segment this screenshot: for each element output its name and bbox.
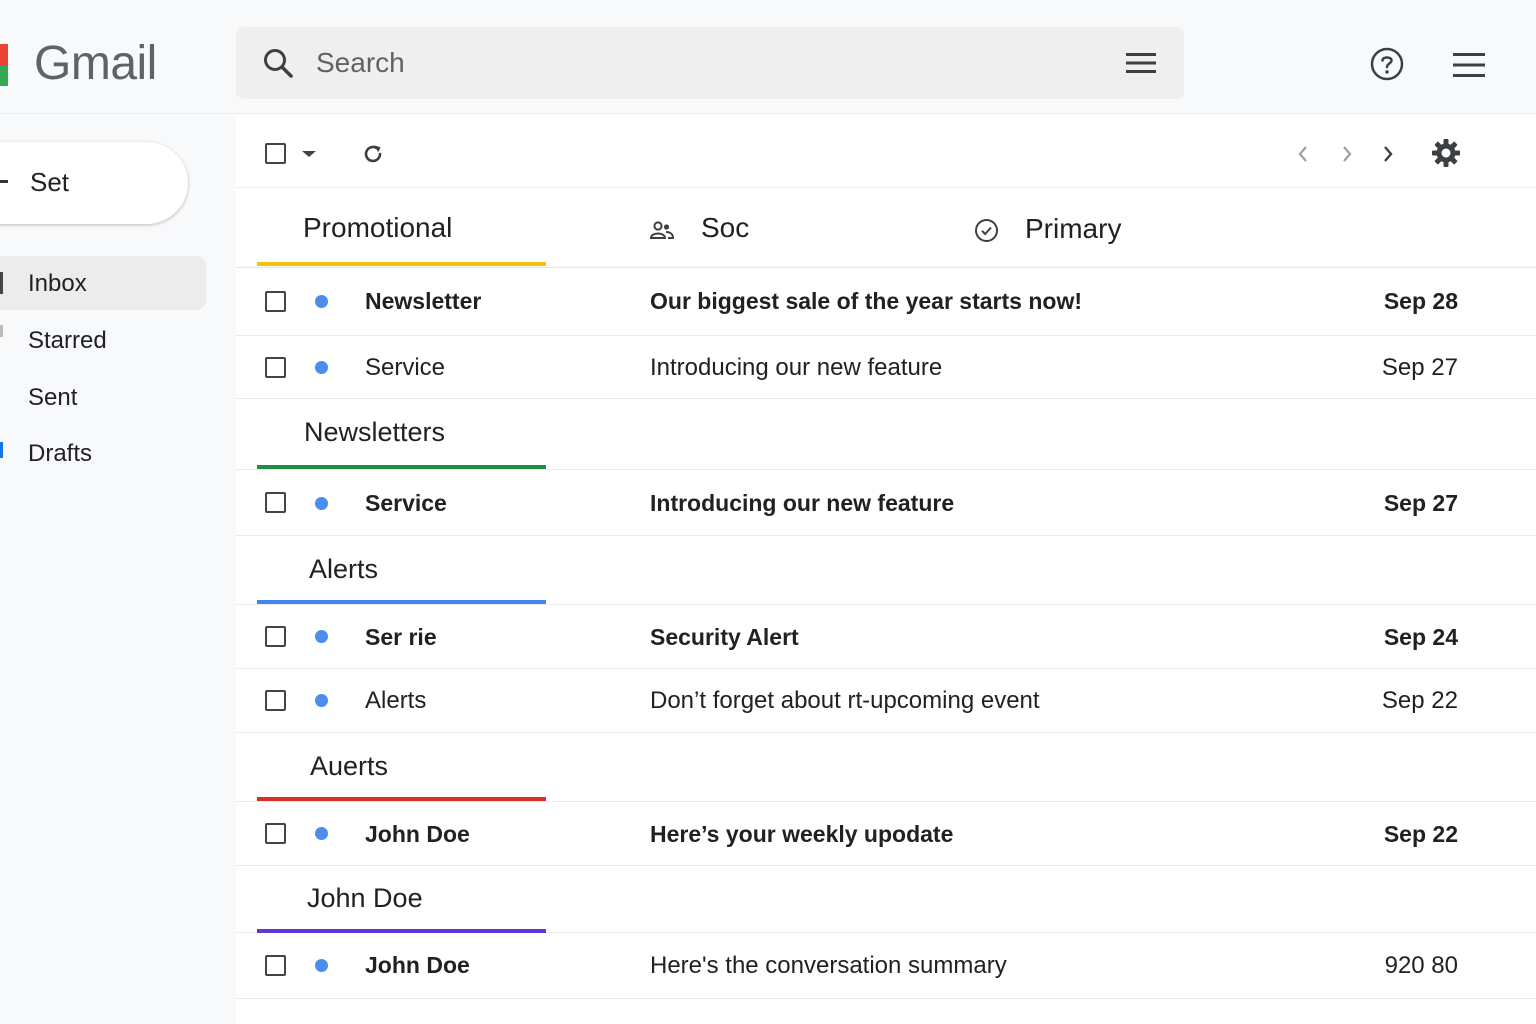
compose-icon — [0, 180, 8, 183]
section-label: John Doe — [307, 883, 423, 913]
unread-dot-icon — [315, 497, 328, 510]
category-tabs: Promotional Soc Primary — [236, 188, 1536, 268]
search-options-icon[interactable] — [1126, 51, 1156, 75]
select-all-checkbox[interactable] — [265, 143, 286, 164]
sidebar-item-starred[interactable]: Starred — [0, 313, 206, 367]
section-indicator — [257, 465, 546, 469]
main-menu-icon[interactable] — [1453, 52, 1485, 78]
email-sender: Alerts — [365, 687, 427, 714]
tab-promotional-indicator — [257, 262, 546, 266]
next-page-icon[interactable] — [1381, 144, 1395, 164]
tab-promotional[interactable]: Promotional — [303, 212, 452, 244]
row-checkbox[interactable] — [265, 291, 286, 312]
sidebar: Set Inbox Starred Sent Drafts — [0, 114, 236, 1024]
email-date: Sep 27 — [1381, 354, 1458, 381]
sidebar-item-label: Inbox — [28, 270, 87, 297]
settings-gear-icon[interactable] — [1431, 138, 1461, 168]
sidebar-item-sent[interactable]: Sent — [0, 370, 206, 424]
section-indicator — [257, 600, 546, 604]
email-subject: Our biggest sale of the year starts now! — [650, 288, 1082, 314]
star-icon — [0, 325, 3, 337]
section-label: Newsletters — [304, 417, 446, 447]
gmail-logo-icon[interactable] — [0, 44, 8, 86]
email-date: Sep 24 — [1383, 624, 1458, 650]
primary-check-circle-icon — [975, 219, 998, 242]
section-header: Auerts — [236, 733, 1536, 802]
row-checkbox[interactable] — [265, 955, 286, 976]
sidebar-item-label: Drafts — [28, 440, 93, 467]
compose-label: Set — [30, 167, 70, 197]
section-indicator — [257, 797, 546, 801]
email-row[interactable]: Ser rie Security Alert Sep 24 — [236, 605, 1536, 669]
unread-dot-icon — [315, 361, 328, 374]
section-label: Auerts — [310, 751, 389, 781]
email-subject: Security Alert — [650, 624, 799, 650]
unread-dot-icon — [315, 827, 328, 840]
email-date: Sep 27 — [1383, 490, 1458, 516]
section-header: John Doe — [236, 866, 1536, 933]
chevron-right-icon[interactable] — [1340, 144, 1354, 164]
email-date: Sep 22 — [1383, 821, 1458, 847]
section-header: Alerts — [236, 536, 1536, 605]
row-checkbox[interactable] — [265, 823, 286, 844]
email-row[interactable]: John Doe Here's the conversation summary… — [236, 933, 1536, 999]
refresh-icon[interactable] — [361, 142, 385, 166]
inbox-icon — [0, 272, 3, 294]
search-bar[interactable] — [236, 27, 1184, 99]
email-sender: Service — [365, 354, 446, 381]
compose-button[interactable]: Set — [0, 142, 188, 224]
email-date: 920 80 — [1384, 952, 1458, 979]
row-checkbox[interactable] — [265, 690, 286, 711]
sidebar-item-label: Starred — [28, 327, 107, 354]
search-input[interactable] — [316, 45, 1076, 81]
tab-primary[interactable]: Primary — [1025, 213, 1121, 245]
search-icon[interactable] — [262, 47, 294, 79]
email-subject: Introducing our new feature — [650, 490, 955, 516]
toolbar — [236, 114, 1536, 188]
email-date: Sep 22 — [1381, 687, 1458, 714]
sidebar-item-label: Sent — [28, 384, 78, 411]
email-sender: Service — [365, 490, 447, 516]
top-bar: Gmail — [0, 0, 1536, 114]
unread-dot-icon — [315, 959, 328, 972]
app-title[interactable]: Gmail — [34, 36, 157, 91]
email-date: Sep 28 — [1383, 288, 1458, 314]
section-label: Alerts — [309, 554, 379, 584]
email-subject: Don’t forget about rt-upcoming event — [650, 687, 1040, 714]
unread-dot-icon — [315, 630, 328, 643]
email-row[interactable]: Service Introducing our new feature Sep … — [236, 336, 1536, 399]
unread-dot-icon — [315, 694, 328, 707]
email-row[interactable]: Alerts Don’t forget about rt-upcoming ev… — [236, 669, 1536, 733]
row-checkbox[interactable] — [265, 626, 286, 647]
row-checkbox[interactable] — [265, 492, 286, 513]
email-sender: Ser rie — [365, 624, 437, 650]
select-dropdown-icon[interactable] — [302, 151, 316, 157]
email-subject: Here's the conversation summary — [650, 952, 1007, 979]
row-checkbox[interactable] — [265, 357, 286, 378]
section-header: Newsletters — [236, 399, 1536, 470]
email-row[interactable]: John Doe Here’s your weekly upodate Sep … — [236, 802, 1536, 866]
unread-dot-icon — [315, 295, 328, 308]
email-sender: John Doe — [365, 952, 470, 978]
email-sender: Newsletter — [365, 288, 482, 314]
email-subject: Introducing our new feature — [650, 354, 943, 381]
sidebar-item-inbox[interactable]: Inbox — [0, 256, 206, 310]
sidebar-item-drafts[interactable]: Drafts — [0, 426, 206, 480]
message-list-pane: Promotional Soc Primary Newsletter Our b… — [236, 114, 1536, 1024]
chevron-left-icon[interactable] — [1296, 144, 1310, 164]
draft-icon — [0, 442, 3, 458]
email-row[interactable]: Service Introducing our new feature Sep … — [236, 470, 1536, 536]
social-people-icon — [650, 221, 674, 239]
email-subject: Here’s your weekly upodate — [650, 821, 954, 847]
email-row[interactable]: Newsletter Our biggest sale of the year … — [236, 268, 1536, 336]
tab-social[interactable]: Soc — [701, 212, 749, 244]
help-icon[interactable] — [1370, 47, 1404, 81]
email-sender: John Doe — [365, 821, 470, 847]
